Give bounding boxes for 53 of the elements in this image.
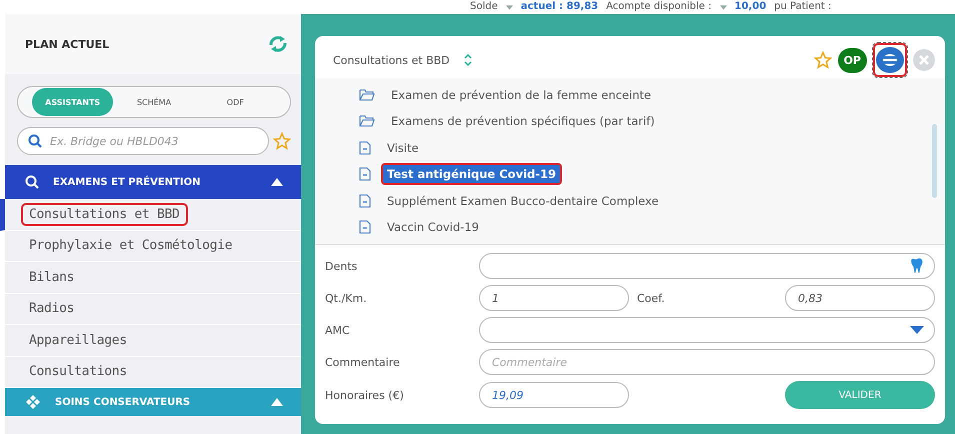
field-label: AMC <box>325 324 351 336</box>
field-label: Qt./Km. <box>325 292 368 304</box>
star-icon[interactable] <box>814 51 832 69</box>
search-icon <box>25 175 39 189</box>
panel-title: Consultations et BBD <box>333 54 450 66</box>
view-tab[interactable]: SCHÉMA <box>113 88 195 116</box>
field-label: Commentaire <box>325 356 401 368</box>
tooth-icon[interactable] <box>910 258 924 274</box>
balance-label: Acompte disponible : <box>606 1 712 13</box>
tree-item[interactable]: Vaccin Covid-19 <box>359 216 932 238</box>
quantity-field[interactable]: 1 <box>479 285 629 311</box>
category-item[interactable]: Prophylaxie et Cosmétologie <box>0 230 301 262</box>
tree-item[interactable]: Visite <box>359 137 932 158</box>
field-label: Coef. <box>637 292 666 304</box>
close-icon[interactable] <box>913 49 935 71</box>
tree-item[interactable]: Examens de prévention spécifiques (par tarif) <box>359 110 932 132</box>
fee-field[interactable]: 19,09 <box>479 382 629 408</box>
field-label: Honoraires (€) <box>325 388 405 402</box>
category-item[interactable]: Radios <box>0 294 301 325</box>
teeth-field[interactable] <box>479 253 935 279</box>
category-item[interactable]: Appareillages <box>0 325 301 356</box>
balance-label: pu Patient : <box>774 1 832 13</box>
comment-field[interactable]: Commentaire <box>479 349 935 375</box>
balance-label: Solde <box>470 1 498 13</box>
diamond-arrows-icon <box>25 394 41 410</box>
scrollbar[interactable] <box>932 124 937 198</box>
star-icon[interactable] <box>273 132 291 150</box>
balance-value: actuel : 89,83 <box>520 1 598 13</box>
document-icon <box>359 220 371 234</box>
plan-title: PLAN ACTUEL <box>25 38 110 50</box>
search-icon <box>28 134 42 148</box>
caret-icon[interactable] <box>720 4 727 10</box>
caret-icon[interactable] <box>506 4 513 10</box>
tree-item[interactable]: Test antigénique Covid-19 <box>359 164 932 185</box>
view-tab[interactable]: ODF <box>194 88 276 116</box>
balance-value: 10,00 <box>734 1 766 13</box>
coefficient-field[interactable]: 0,83 <box>785 285 935 311</box>
search-field[interactable]: Ex. Bridge ou HBLD043 <box>17 127 269 155</box>
tree-item[interactable]: Supplément Examen Bucco-dentaire Complexe <box>359 190 932 212</box>
folder-icon <box>359 115 375 128</box>
tree-item[interactable]: Examen de prévention de la femme enceinte <box>359 84 932 106</box>
document-icon <box>359 140 371 155</box>
section-header[interactable]: EXAMENS ET PRÉVENTION <box>5 165 301 199</box>
field-label: Dents <box>325 260 358 272</box>
op-badge[interactable]: OP <box>838 48 867 72</box>
dropdown-caret-icon[interactable] <box>910 326 924 334</box>
folder-icon <box>359 88 375 101</box>
collapse-icon[interactable] <box>271 178 283 186</box>
menu-button[interactable] <box>873 43 907 77</box>
refresh-icon[interactable] <box>267 35 289 53</box>
document-icon <box>359 194 371 208</box>
document-icon <box>359 167 371 182</box>
category-item[interactable]: Bilans <box>0 262 301 294</box>
